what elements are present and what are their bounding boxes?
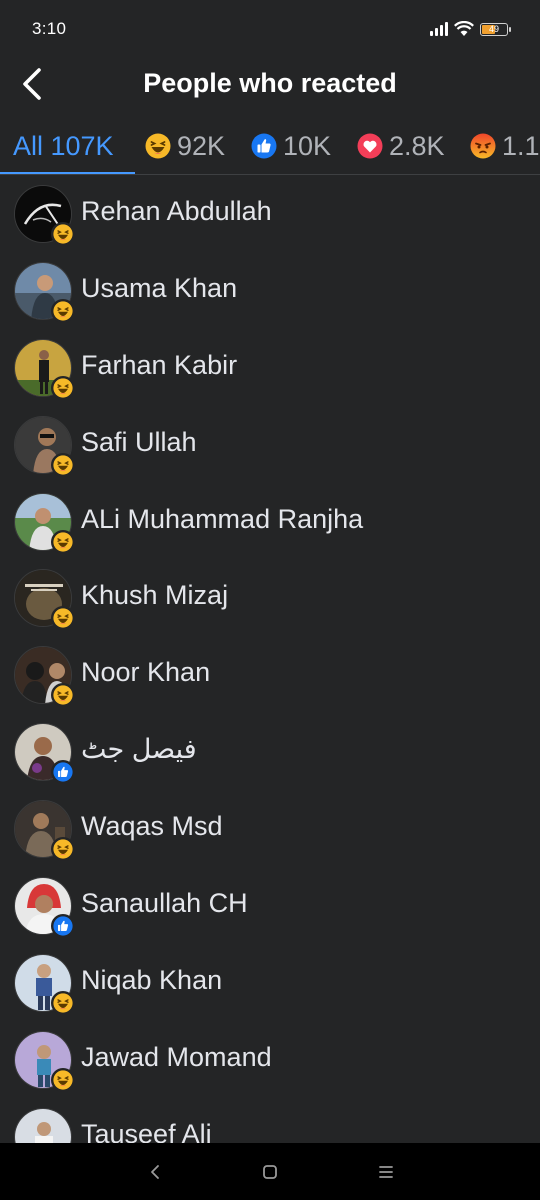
haha-reaction-badge-icon	[51, 990, 75, 1015]
person-name[interactable]: Jawad Momand	[81, 1042, 272, 1073]
tab-haha-count: 92K	[177, 130, 226, 161]
status-bar: 3:10 49	[0, 0, 540, 58]
person-name[interactable]: Niqab Khan	[81, 965, 222, 996]
avatar-wrap	[14, 185, 75, 246]
avatar[interactable]	[14, 1107, 72, 1143]
tab-love[interactable]: 2.8K	[357, 118, 445, 174]
avatar-wrap	[14, 953, 75, 1015]
person-row[interactable]: Rehan Abdullah	[0, 176, 540, 253]
person-name[interactable]: Rehan Abdullah	[81, 196, 272, 227]
avatar-wrap	[14, 1107, 72, 1143]
haha-reaction-badge-icon	[51, 1067, 75, 1092]
haha-reaction-badge-icon	[51, 837, 75, 862]
person-name[interactable]: Safi Ullah	[81, 427, 197, 458]
like-icon	[251, 133, 277, 159]
avatar-wrap	[14, 1030, 75, 1092]
avatar-wrap	[14, 261, 75, 323]
nav-back-icon	[151, 1165, 159, 1179]
haha-reaction-badge-icon	[51, 452, 75, 477]
battery-icon: 49	[480, 22, 511, 36]
like-reaction-badge-icon	[51, 914, 75, 939]
status-time: 3:10	[32, 19, 67, 38]
person-row[interactable]: Noor Khan	[0, 637, 540, 714]
like-reaction-badge-icon	[51, 760, 75, 785]
person-name[interactable]: Khush Mizaj	[81, 580, 228, 611]
nav-recents-icon	[379, 1166, 393, 1178]
tab-haha[interactable]: 92K	[145, 118, 225, 174]
nav-recents-button[interactable]	[371, 1157, 401, 1187]
haha-reaction-badge-icon	[51, 683, 75, 708]
haha-reaction-badge-icon	[51, 606, 75, 631]
avatar-wrap	[14, 800, 75, 862]
person-name[interactable]: Tauseef Ali	[81, 1119, 212, 1143]
nav-back-button[interactable]	[140, 1157, 170, 1187]
tab-like[interactable]: 10K	[251, 118, 331, 174]
person-name[interactable]: Noor Khan	[81, 657, 210, 688]
person-name[interactable]: Usama Khan	[81, 273, 237, 304]
person-name[interactable]: Sanaullah CH	[81, 888, 248, 919]
active-tab-indicator	[0, 172, 135, 174]
haha-reaction-badge-icon	[51, 529, 75, 554]
navigation-bar	[0, 1143, 540, 1200]
love-icon	[357, 133, 383, 159]
tab-all-label: All 107K	[13, 130, 114, 161]
person-row[interactable]: Waqas Msd	[0, 791, 540, 868]
haha-reaction-badge-icon	[51, 298, 75, 323]
person-name[interactable]: Waqas Msd	[81, 811, 223, 842]
person-row[interactable]: Sanaullah CH	[0, 868, 540, 945]
reaction-tabs: All 107K 92K 10K 2.8K 1.1	[0, 118, 540, 175]
avatar-wrap	[14, 492, 75, 554]
person-name[interactable]: ALi Muhammad Ranjha	[81, 504, 363, 535]
person-row[interactable]: Tauseef Ali	[0, 1099, 540, 1143]
tab-love-count: 2.8K	[389, 130, 445, 161]
person-row[interactable]: Khush Mizaj	[0, 560, 540, 637]
tab-like-count: 10K	[283, 130, 332, 161]
people-list: Rehan Abdullah Usama Khan Farhan Kabir S…	[0, 176, 540, 1143]
tab-angry[interactable]: 1.1	[470, 118, 540, 174]
person-row[interactable]: فیصل جٹ	[0, 714, 540, 791]
signal-icon	[430, 22, 448, 36]
avatar-wrap	[14, 646, 75, 708]
person-row[interactable]: Usama Khan	[0, 253, 540, 330]
person-row[interactable]: Jawad Momand	[0, 1022, 540, 1099]
status-icons: 49	[430, 20, 511, 38]
avatar-wrap	[14, 569, 75, 631]
person-row[interactable]: ALi Muhammad Ranjha	[0, 484, 540, 561]
person-row[interactable]: Niqab Khan	[0, 945, 540, 1022]
avatar-wrap	[14, 723, 75, 785]
person-name[interactable]: فیصل جٹ	[81, 734, 197, 765]
wifi-icon	[454, 21, 474, 36]
battery-level: 49	[488, 23, 499, 34]
person-name[interactable]: Farhan Kabir	[81, 350, 237, 381]
person-row[interactable]: Safi Ullah	[0, 407, 540, 484]
avatar-wrap	[14, 877, 75, 939]
page-title: People who reacted	[143, 68, 397, 98]
nav-home-button[interactable]	[255, 1157, 285, 1187]
screen: 3:10 49 People who reacted All 107K 92K …	[0, 0, 540, 1200]
header: People who reacted	[0, 58, 540, 114]
tab-angry-count: 1.1	[502, 130, 540, 161]
nav-home-icon	[263, 1165, 277, 1179]
angry-emoji-icon	[470, 133, 496, 159]
haha-reaction-badge-icon	[51, 375, 75, 400]
avatar-wrap	[14, 415, 75, 477]
person-row[interactable]: Farhan Kabir	[0, 330, 540, 407]
haha-emoji-icon	[145, 133, 171, 159]
tab-all[interactable]: All 107K	[13, 118, 114, 174]
haha-reaction-badge-icon	[51, 222, 75, 246]
avatar-wrap	[14, 338, 75, 400]
